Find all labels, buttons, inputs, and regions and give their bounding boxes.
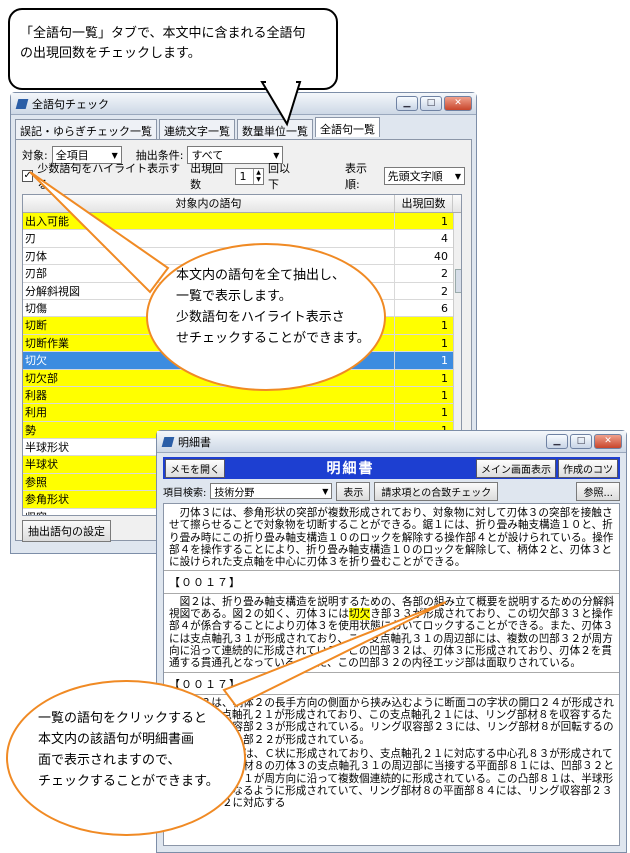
oval2-line2: 本文内の該語句が明細書画 bbox=[38, 732, 195, 747]
occurrence-stepper[interactable]: 1 ▲ ▼ bbox=[235, 167, 264, 185]
oval-callout-extract: 本文内の語句を全て抽出し、 一覧で表示します。 少数語句をハイライト表示さ せチ… bbox=[146, 243, 386, 391]
stepper-arrows-icon[interactable]: ▲ ▼ bbox=[253, 168, 263, 184]
body-paragraph: 刃体３には、参角形状の突部が複数形成されており、対象物に対して刃体３の突部を接触… bbox=[169, 507, 614, 569]
app-icon bbox=[15, 98, 29, 109]
item-search-value: 技術分野 bbox=[214, 487, 255, 499]
reference-button[interactable]: 参照... bbox=[576, 481, 620, 501]
count-cell: 2 bbox=[441, 284, 448, 298]
item-search-select[interactable]: 技術分野 ▼ bbox=[210, 483, 333, 499]
count-cell: 1 bbox=[441, 388, 448, 402]
term-cell: 出入可能 bbox=[23, 213, 395, 230]
spec-header-bar: メモを開く 明細書 メイン画面表示 作成のコツ bbox=[163, 457, 620, 479]
count-cell: 1 bbox=[441, 215, 448, 228]
oval2-line1: 一覧の語句をクリックすると bbox=[38, 711, 208, 726]
table-row[interactable]: 利用 1 bbox=[23, 404, 461, 422]
col-term-header[interactable]: 対象内の語句 bbox=[23, 195, 395, 212]
occurrence-value: 1 bbox=[239, 169, 247, 183]
minimize-icon[interactable]: ▁ bbox=[546, 434, 568, 449]
window-title: 明細書 bbox=[178, 435, 211, 449]
chevron-down-icon: ▼ bbox=[322, 486, 329, 496]
count-cell: 6 bbox=[441, 301, 448, 315]
oval1-line3: 少数語句をハイライト表示さ bbox=[176, 310, 345, 325]
tab-all-terms[interactable]: 全語句一覧 bbox=[315, 117, 380, 137]
spec-header-title: 明細書 bbox=[326, 461, 375, 477]
tab-quantity-units[interactable]: 数量単位一覧 bbox=[237, 119, 313, 139]
count-cell: 1 bbox=[441, 354, 448, 368]
top-callout-line2: の出現回数をチェックします。 bbox=[20, 46, 201, 61]
minimize-icon[interactable]: ▁ bbox=[396, 96, 418, 111]
show-button[interactable]: 表示 bbox=[336, 481, 371, 501]
term-check-titlebar: 全語句チェック ▁ □ ✕ bbox=[11, 93, 476, 115]
term-cell: 利器 bbox=[23, 386, 395, 404]
chevron-down-icon: ▼ bbox=[111, 150, 118, 160]
chevron-down-icon: ▼ bbox=[454, 171, 461, 181]
count-cell: 1 bbox=[441, 406, 448, 420]
chevron-down-icon: ▼ bbox=[273, 150, 280, 160]
oval1-line4: せチェックすることができます。 bbox=[176, 331, 370, 346]
window-title: 全語句チェック bbox=[32, 97, 109, 111]
occurrence-suffix: 回以下 bbox=[268, 162, 290, 191]
close-icon[interactable]: ✕ bbox=[444, 96, 472, 111]
item-search-label: 項目検索: bbox=[163, 487, 207, 499]
tab-typo-check[interactable]: 誤記・ゆらぎチェック一覧 bbox=[15, 119, 157, 139]
top-callout: 「全語句一覧」タブで、本文中に含まれる全語句 の出現回数をチェックします。 bbox=[8, 8, 338, 90]
count-cell: 40 bbox=[434, 249, 448, 263]
main-view-button[interactable]: メイン画面表示 bbox=[476, 458, 556, 478]
term-cell: 刃 bbox=[23, 230, 395, 247]
oval-callout-click: 一覧の語句をクリックすると 本文内の該語句が明細書画 面で表示されますので、 チ… bbox=[6, 680, 246, 836]
scroll-thumb[interactable] bbox=[455, 269, 461, 293]
tab-bar: 誤記・ゆらぎチェック一覧 連続文字一覧 数量単位一覧 全語句一覧 bbox=[11, 115, 476, 139]
terms-table-header: 対象内の語句 出現回数 bbox=[23, 195, 461, 213]
specification-titlebar: 明細書 ▁ □ ✕ bbox=[157, 431, 626, 453]
paragraph-number: 【００１７】 bbox=[169, 677, 241, 691]
top-callout-line1: 「全語句一覧」タブで、本文中に含まれる全語句 bbox=[20, 26, 306, 41]
maximize-icon[interactable]: □ bbox=[420, 96, 442, 111]
term-cell: 利用 bbox=[23, 404, 395, 421]
tab-consecutive-chars[interactable]: 連続文字一覧 bbox=[159, 119, 235, 139]
table-row[interactable]: 出入可能 1 bbox=[23, 213, 461, 231]
count-cell: 2 bbox=[441, 267, 448, 281]
term-settings-button[interactable]: 抽出語句の設定 bbox=[22, 520, 111, 542]
occurrence-label: 出現回数 bbox=[190, 162, 224, 191]
tips-button[interactable]: 作成のコツ bbox=[558, 458, 618, 478]
close-icon[interactable]: ✕ bbox=[594, 434, 622, 449]
highlight-checkbox-label: 少数語句をハイライト表示する bbox=[37, 162, 181, 191]
order-select[interactable]: 先頭文字順 ▼ bbox=[383, 167, 465, 185]
highlighted-term: 切欠 bbox=[349, 608, 371, 621]
paragraph-number: 【００１７】 bbox=[169, 576, 241, 590]
claim-check-button[interactable]: 請求項との合致チェック bbox=[374, 481, 499, 501]
order-label: 表示順: bbox=[345, 162, 368, 191]
order-value: 先頭文字順 bbox=[387, 170, 443, 183]
highlight-checkbox[interactable]: ✓ bbox=[22, 170, 34, 182]
col-count-header[interactable]: 出現回数 bbox=[395, 195, 453, 212]
oval1-line2: 一覧で表示します。 bbox=[176, 289, 292, 304]
oval2-line3: 面で表示されますので、 bbox=[38, 753, 181, 768]
maximize-icon[interactable]: □ bbox=[570, 434, 592, 449]
count-cell: 1 bbox=[441, 336, 448, 350]
count-cell: 4 bbox=[441, 232, 448, 246]
oval2-line4: チェックすることができます。 bbox=[38, 774, 219, 789]
count-cell: 1 bbox=[441, 319, 448, 333]
count-cell: 1 bbox=[441, 371, 448, 385]
body-paragraph: 図２は、折り畳み軸支構造を説明するための、各部の組み立て概要を説明するための分解… bbox=[169, 595, 614, 670]
open-memo-button[interactable]: メモを開く bbox=[165, 458, 225, 478]
app-icon bbox=[161, 436, 175, 447]
oval1-line1: 本文内の語句を全て抽出し、 bbox=[176, 268, 346, 283]
